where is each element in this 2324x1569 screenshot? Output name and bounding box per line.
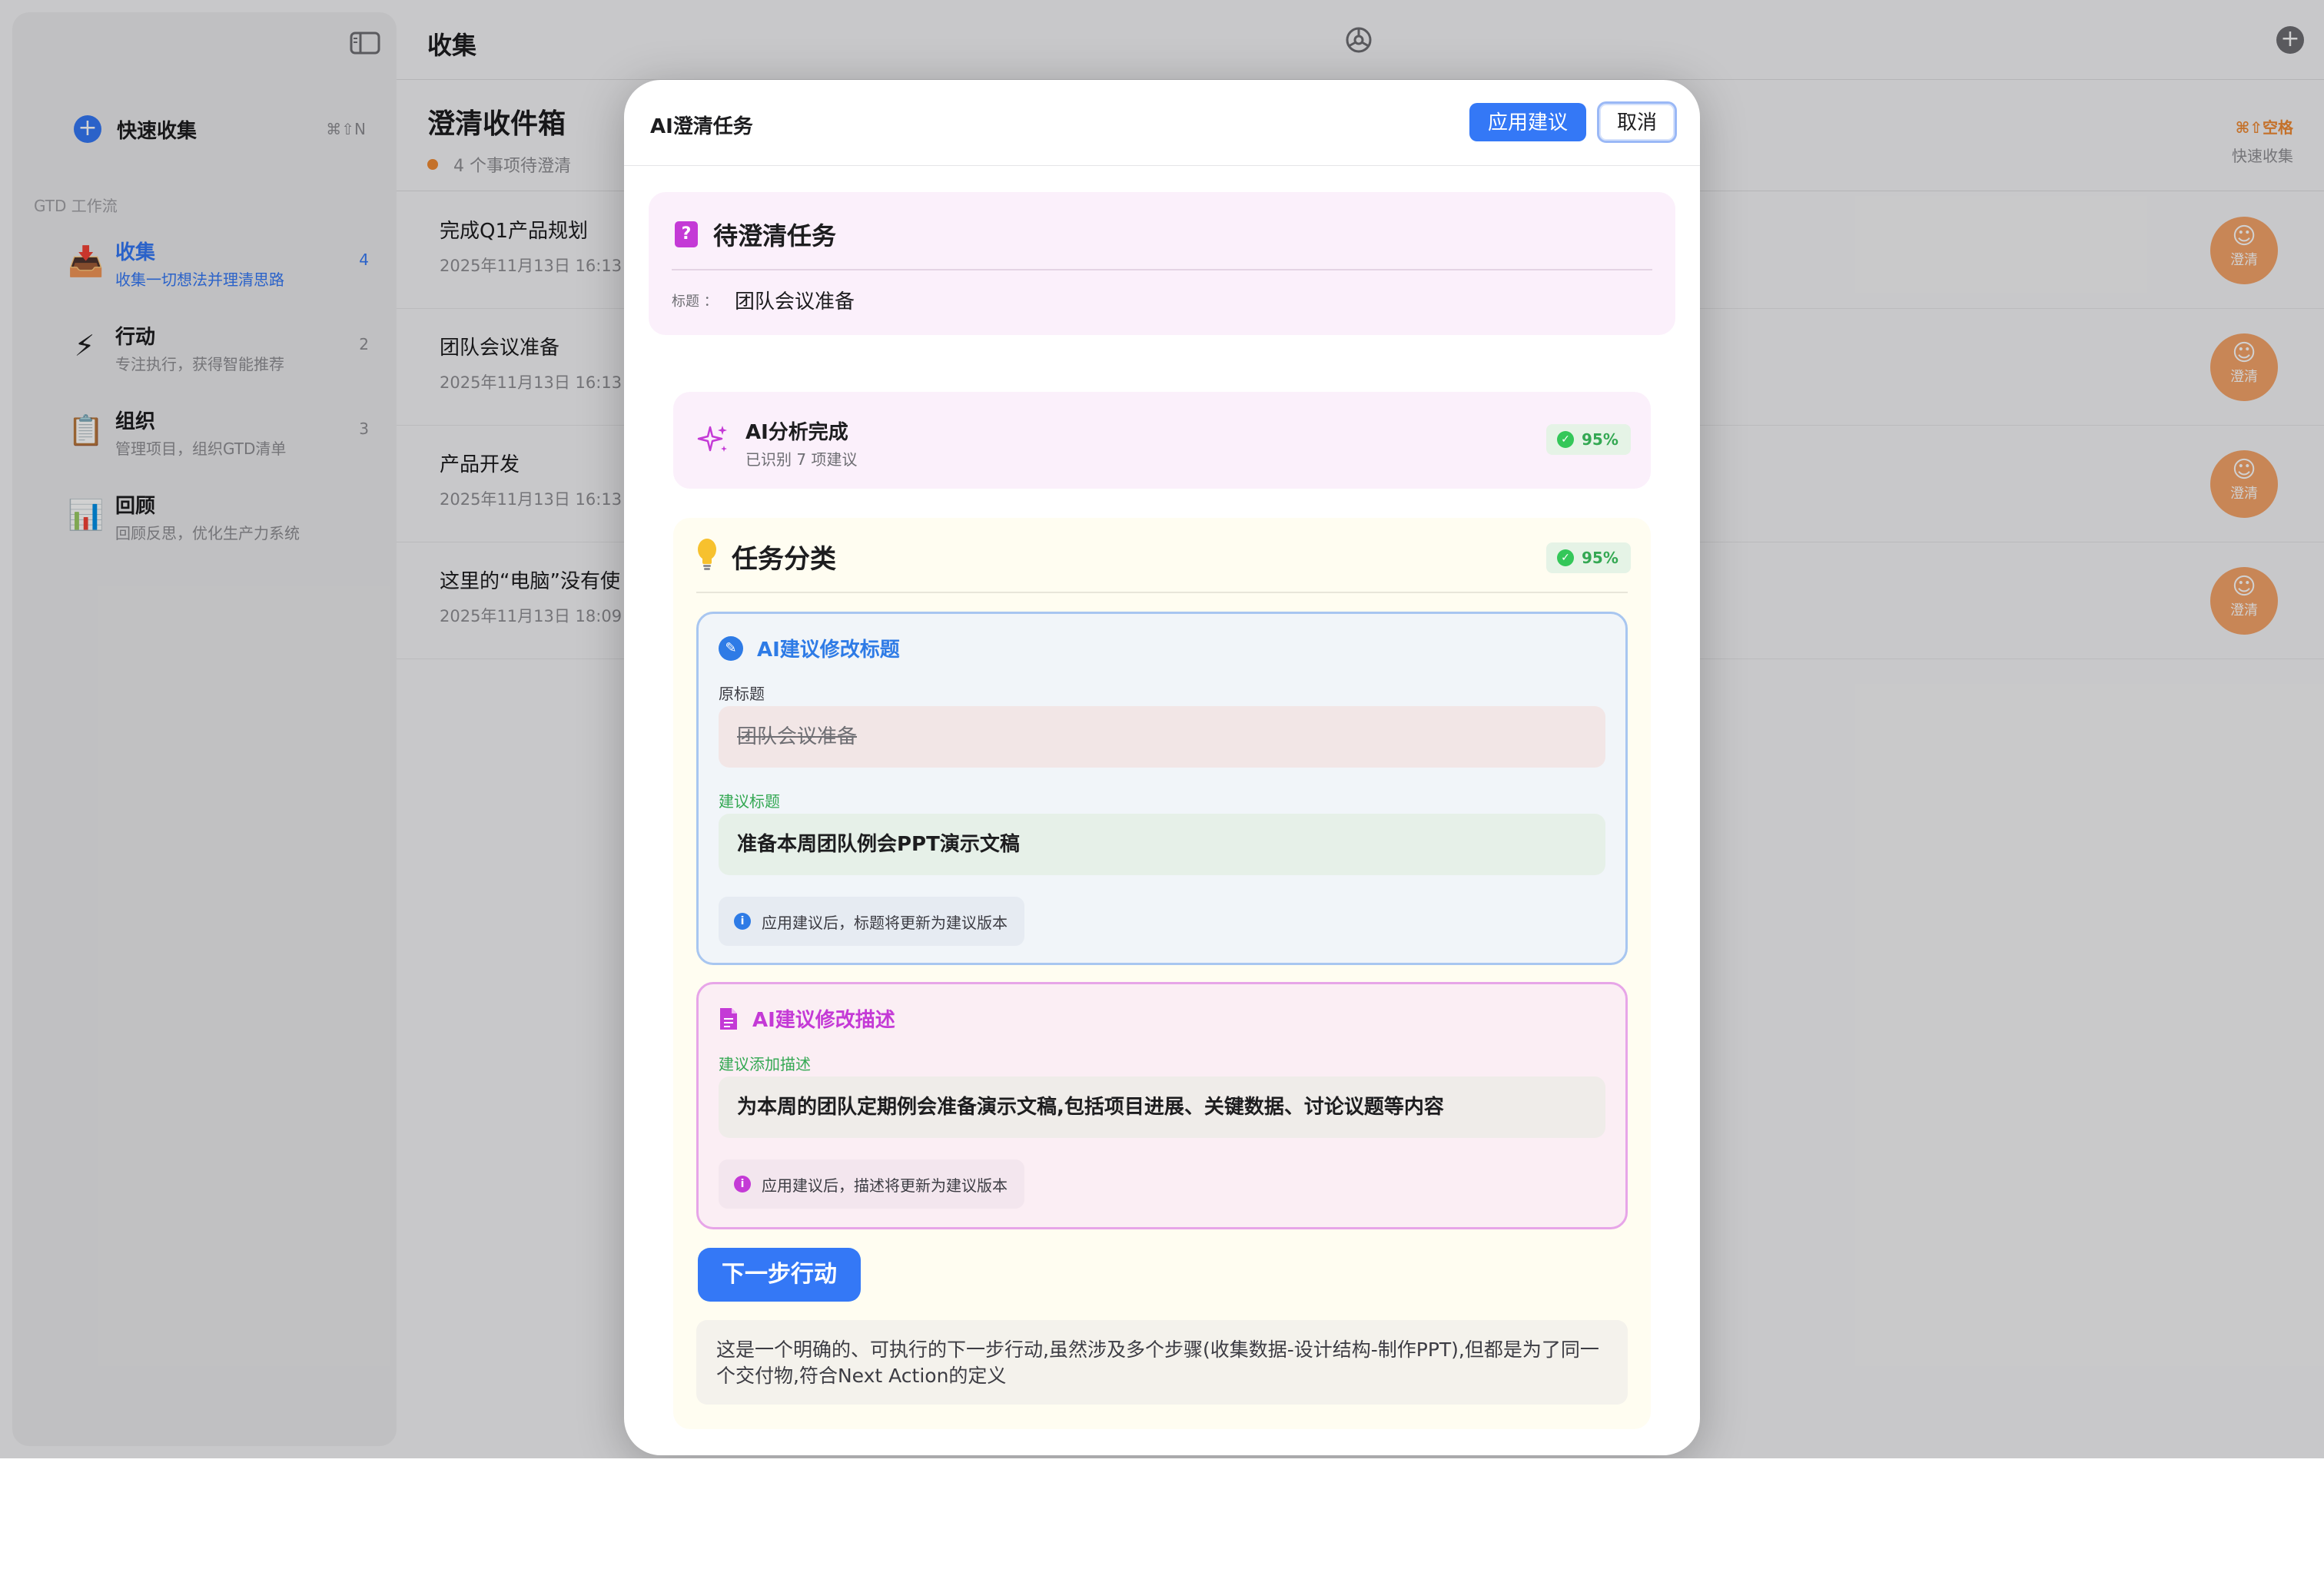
description-suggestion-card: AI建议修改描述 建议添加描述 为本周的团队定期例会准备演示文稿,包括项目进展、… <box>696 982 1628 1229</box>
divider <box>672 269 1652 270</box>
ai-clarify-dialog: AI澄清任务 应用建议 取消 ? 待澄清任务 标题 ： 团队会议准备 AI分析完… <box>624 80 1700 1455</box>
note-text: 应用建议后，标题将更新为建议版本 <box>762 913 1008 932</box>
original-title-value: 团队会议准备 <box>719 706 1605 768</box>
next-action-button[interactable]: 下一步行动 <box>698 1248 861 1302</box>
confidence-badge: ✓ 95% <box>1546 424 1631 455</box>
pending-task-card: ? 待澄清任务 标题 ： 团队会议准备 <box>649 192 1675 335</box>
lightbulb-icon <box>698 539 716 570</box>
pencil-icon: ✎ <box>719 635 743 661</box>
pending-task-title: 待澄清任务 <box>713 221 837 250</box>
analysis-subtitle: 已识别 7 项建议 <box>745 450 858 469</box>
description-suggestion-heading-text: AI建议修改描述 <box>752 1009 895 1032</box>
checkmark-icon: ✓ <box>1557 431 1574 448</box>
title-suggestion-heading: ✎ AI建议修改标题 <box>719 634 900 662</box>
ai-analysis-card: AI分析完成 已识别 7 项建议 ✓ 95% <box>673 392 1651 489</box>
field-label: 标题 ： <box>672 294 718 310</box>
original-title-label: 原标题 <box>719 685 765 703</box>
title-suggestion-heading-text: AI建议修改标题 <box>757 639 900 662</box>
title-suggestion-card: ✎ AI建议修改标题 原标题 团队会议准备 建议标题 准备本周团队例会PPT演示… <box>696 612 1628 965</box>
info-icon: i <box>734 1176 751 1193</box>
field-value: 团队会议准备 <box>735 290 855 313</box>
sparkle-icon <box>697 426 727 452</box>
app-window: + 快速收集 ⌘⇧N GTD 工作流 📥 收集 收集一切想法并理清思路 4 ⚡ … <box>0 0 2324 1458</box>
classification-reason: 这是一个明确的、可执行的下一步行动,虽然涉及多个步骤(收集数据-设计结构-制作P… <box>696 1320 1628 1405</box>
analysis-title: AI分析完成 <box>745 421 848 444</box>
confidence-badge: ✓ 95% <box>1546 542 1631 573</box>
description-apply-note: i 应用建议后，描述将更新为建议版本 <box>719 1159 1024 1209</box>
apply-suggestions-button[interactable]: 应用建议 <box>1469 103 1586 141</box>
checkmark-icon: ✓ <box>1557 549 1574 566</box>
suggested-title-label: 建议标题 <box>719 792 780 811</box>
document-icon <box>720 1007 737 1030</box>
confidence-value: 95% <box>1582 549 1618 567</box>
dialog-header: AI澄清任务 应用建议 取消 <box>624 80 1700 166</box>
divider <box>696 592 1628 593</box>
note-text: 应用建议后，描述将更新为建议版本 <box>762 1176 1008 1195</box>
cancel-button[interactable]: 取消 <box>1597 101 1677 143</box>
confidence-value: 95% <box>1582 430 1618 449</box>
suggested-title-value: 准备本周团队例会PPT演示文稿 <box>719 814 1605 875</box>
title-apply-note: i 应用建议后，标题将更新为建议版本 <box>719 897 1024 946</box>
suggested-description-value: 为本周的团队定期例会准备演示文稿,包括项目进展、关键数据、讨论议题等内容 <box>719 1076 1605 1138</box>
category-title: 任务分类 <box>732 544 836 575</box>
question-doc-icon: ? <box>675 221 698 247</box>
dialog-title: AI澄清任务 <box>650 115 753 138</box>
suggested-description-label: 建议添加描述 <box>719 1055 811 1073</box>
task-category-section: 任务分类 ✓ 95% ✎ AI建议修改标题 原标题 团队会议准备 建议标题 准备… <box>673 518 1651 1429</box>
description-suggestion-heading: AI建议修改描述 <box>719 1004 895 1033</box>
info-icon: i <box>734 913 751 930</box>
